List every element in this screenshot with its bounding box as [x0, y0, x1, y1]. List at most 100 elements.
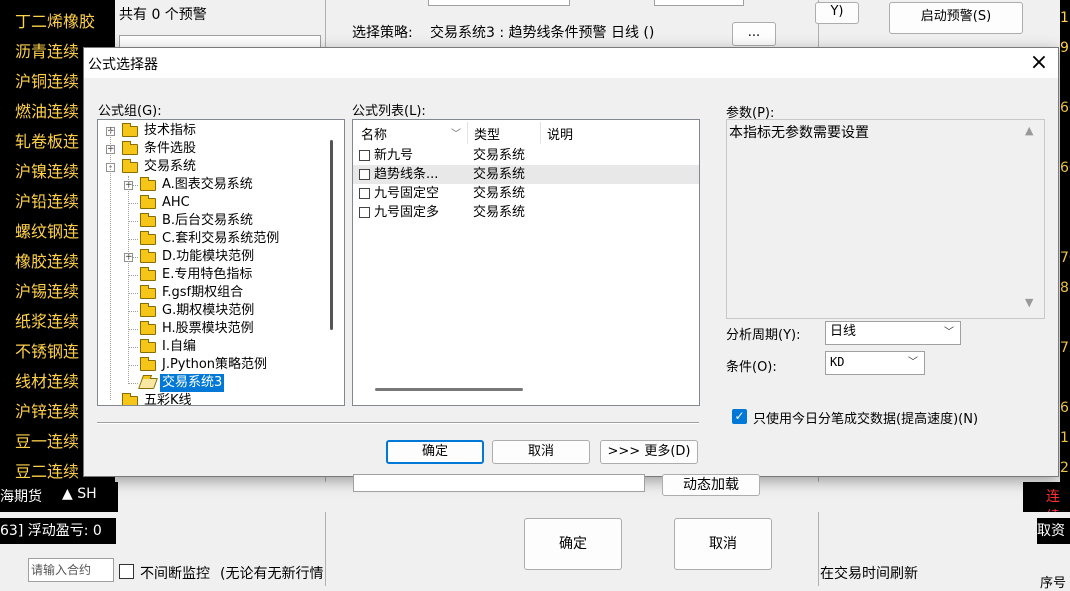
- tree-item[interactable]: J.Python策略范例: [98, 356, 328, 374]
- dynamic-load-field[interactable]: [353, 474, 645, 492]
- list-hscrollbar-thumb[interactable]: [375, 388, 523, 391]
- formula-row[interactable]: 新九号 交易系统: [353, 146, 699, 165]
- tree-item[interactable]: 五彩K线: [98, 392, 328, 405]
- chevron-down-icon: ﹀: [908, 357, 918, 368]
- refresh-note: 在交易时间刷新: [820, 566, 918, 582]
- close-icon[interactable]: ×: [1028, 48, 1050, 78]
- formula-list[interactable]: 名称 ﹀ 类型 说明 新九号 交易系统 趋势线条... 交易系统 九号固定空 交易系统 九号…: [352, 119, 700, 406]
- continuous-monitor-label: 不间断监控: [140, 566, 210, 582]
- condition-value: KD: [830, 355, 845, 369]
- tree-item[interactable]: E.专用特色指标: [98, 266, 328, 284]
- param-scroll-up-icon[interactable]: ▲: [1025, 124, 1033, 137]
- formula-row[interactable]: 九号固定多 交易系统: [353, 203, 699, 222]
- dialog-ok-button[interactable]: 确定: [386, 440, 484, 464]
- dynamic-load-button[interactable]: 动态加载: [662, 474, 760, 496]
- tree-item[interactable]: B.后台交易系统: [98, 212, 328, 230]
- tree-item[interactable]: G.期权模块范例: [98, 302, 328, 320]
- tree-item[interactable]: H.股票模块范例: [98, 320, 328, 338]
- tree-item[interactable]: C.套利交易系统范例: [98, 230, 328, 248]
- condition-select[interactable]: KD ﹀: [825, 351, 925, 375]
- tree-item[interactable]: + 技术指标: [98, 122, 328, 140]
- tree-item[interactable]: - 交易系统: [98, 158, 328, 176]
- tree-item-label: J.Python策略范例: [162, 357, 268, 372]
- contract-row[interactable]: 沪铜连续: [15, 68, 79, 92]
- tree-connector: [128, 176, 129, 382]
- column-type-label: 类型: [474, 128, 501, 143]
- tree-scrollbar-thumb[interactable]: [330, 140, 333, 330]
- strategy-dialog-bottom: 确定 取消: [325, 512, 819, 586]
- today-data-checkbox[interactable]: ✓: [732, 409, 747, 424]
- continuous-monitor-checkbox[interactable]: [119, 564, 134, 579]
- tree-item-label: C.套利交易系统范例: [162, 231, 280, 246]
- contract-row[interactable]: 轧卷板连: [15, 128, 79, 152]
- status-exchange[interactable]: 海期货: [0, 486, 42, 506]
- formula-row[interactable]: 趋势线条... 交易系统: [353, 165, 699, 184]
- tree-item[interactable]: F.gsf期权组合: [98, 284, 328, 302]
- list-header: 名称 ﹀ 类型 说明: [353, 122, 699, 144]
- period-select[interactable]: 日线 ﹀: [825, 321, 961, 345]
- folder-icon: [140, 321, 156, 335]
- column-type-header[interactable]: 类型: [468, 122, 541, 144]
- tree-item-label: E.专用特色指标: [162, 267, 253, 282]
- price-value: 17: [1060, 430, 1070, 446]
- dialog-cancel-button[interactable]: 取消: [492, 440, 590, 464]
- price-value: 72: [1060, 340, 1070, 356]
- tree-item[interactable]: 交易系统3: [98, 374, 328, 392]
- contract-row[interactable]: 沪锌连续: [15, 398, 79, 422]
- tree-connector: [128, 275, 138, 276]
- price-value: 92: [1060, 40, 1070, 56]
- tree-item-label: H.股票模块范例: [162, 321, 254, 336]
- contract-row[interactable]: 沪锡连续: [15, 278, 79, 302]
- contract-row[interactable]: 螺纹钢连: [15, 218, 79, 242]
- tree-item[interactable]: AHC: [98, 194, 328, 212]
- contract-row[interactable]: 豆二连续: [15, 458, 79, 482]
- strategy-label: 选择策略:: [352, 25, 413, 41]
- partial-button[interactable]: Y): [815, 2, 859, 24]
- tree-item-label: 条件选股: [144, 141, 197, 156]
- status-sh[interactable]: ▲ SH: [62, 486, 97, 502]
- today-data-label: 只使用今日分笔成交数据(提高速度)(N): [753, 412, 979, 427]
- contract-row[interactable]: 豆一连续: [15, 428, 79, 452]
- param-text: 本指标无参数需要设置: [729, 125, 869, 141]
- period-label: 分析周期(Y):: [726, 328, 801, 343]
- folder-icon: [122, 123, 138, 137]
- formula-group-tree[interactable]: + 技术指标 + 条件选股 - 交易系统 + A.图表交易系统 AHC B.后台交易系统 C.套利交…: [97, 119, 345, 406]
- tree-item[interactable]: I.自编: [98, 338, 328, 356]
- contract-row[interactable]: 不锈钢连: [15, 338, 79, 362]
- strategy-top-field-1[interactable]: [428, 0, 570, 6]
- contract-row[interactable]: 沥青连续: [15, 38, 79, 62]
- contract-row[interactable]: 线材连续: [15, 368, 79, 392]
- dialog-more-button[interactable]: >>> 更多(D): [600, 440, 698, 464]
- contract-input[interactable]: 请输入合约: [28, 558, 114, 582]
- formula-name: 九号固定多: [374, 205, 440, 220]
- start-warning-button[interactable]: 启动预警(S): [889, 2, 1023, 34]
- dialog-titlebar[interactable]: 公式选择器 ×: [84, 48, 1058, 78]
- formula-row[interactable]: 九号固定空 交易系统: [353, 184, 699, 203]
- tree-item[interactable]: + A.图表交易系统: [98, 176, 328, 194]
- tree-item-label: 交易系统3: [160, 374, 225, 392]
- price-rows: 1144 92 66 60 70 88 72 6 17 25: [1060, 0, 1070, 482]
- tree-body: + 技术指标 + 条件选股 - 交易系统 + A.图表交易系统 AHC B.后台交易系统 C.套利交…: [98, 120, 328, 405]
- warning-ok-button[interactable]: 确定: [524, 518, 622, 570]
- contract-row[interactable]: 纸浆连续: [15, 308, 79, 332]
- price-value: 88: [1060, 280, 1070, 296]
- contract-row[interactable]: 燃油连续: [15, 98, 79, 122]
- column-desc-header[interactable]: 说明: [541, 122, 641, 144]
- formula-icon: [359, 188, 370, 199]
- tree-scrollbar[interactable]: [328, 120, 344, 405]
- warning-cancel-button[interactable]: 取消: [674, 518, 772, 570]
- param-scroll-down-icon[interactable]: ▼: [1025, 296, 1033, 309]
- contract-row[interactable]: 沪铅连续: [15, 188, 79, 212]
- column-name-header[interactable]: 名称 ﹀: [353, 122, 468, 144]
- tree-item[interactable]: + 条件选股: [98, 140, 328, 158]
- folder-icon: [140, 213, 156, 227]
- tree-item-label: F.gsf期权组合: [162, 285, 244, 300]
- strategy-top-field-2[interactable]: [654, 0, 744, 6]
- contract-row[interactable]: 丁二烯橡胶: [15, 8, 95, 32]
- tree-item[interactable]: + D.功能模块范例: [98, 248, 328, 266]
- contract-row[interactable]: 沪镍连续: [15, 158, 79, 182]
- strategy-browse-button[interactable]: ...: [732, 22, 776, 46]
- tree-connector: [128, 221, 138, 222]
- contract-row[interactable]: 橡胶连续: [15, 248, 79, 272]
- list-body: 新九号 交易系统 趋势线条... 交易系统 九号固定空 交易系统 九号固定多 交易系统: [353, 146, 699, 386]
